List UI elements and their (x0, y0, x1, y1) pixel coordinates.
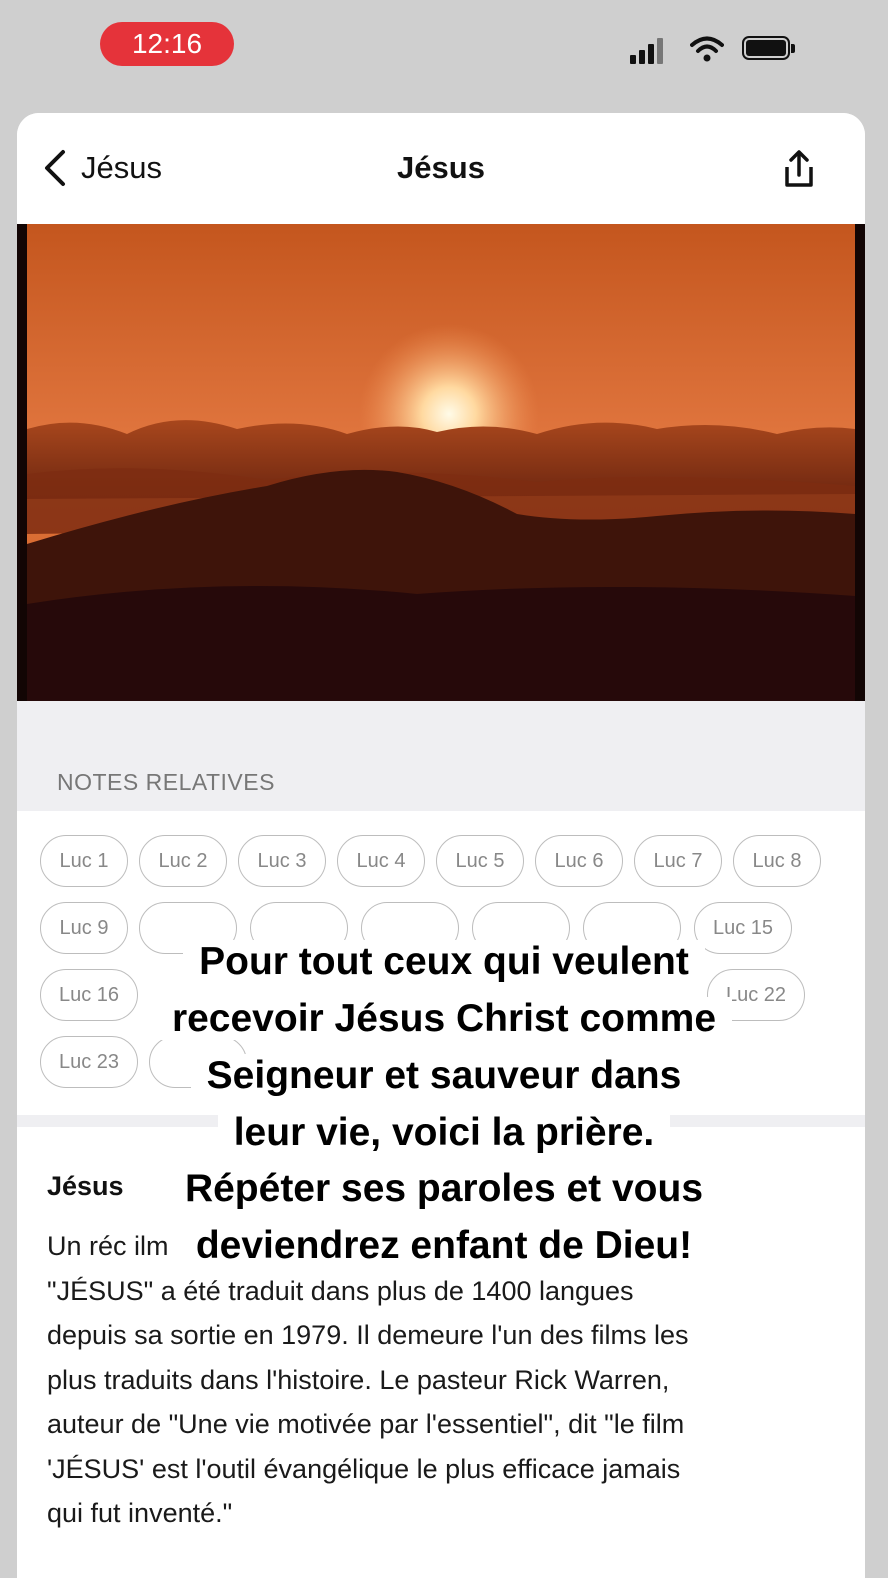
chip-luc-8[interactable]: Luc 8 (733, 835, 821, 887)
chip-luc-1[interactable]: Luc 1 (40, 835, 128, 887)
navigation-bar: Jésus Jésus (17, 113, 865, 224)
cellular-signal-icon (630, 36, 666, 64)
chip-luc-9[interactable]: Luc 9 (40, 902, 128, 954)
sunset-video-frame (17, 224, 865, 701)
detail-sheet: Jésus Jésus NOTES RELATIVES Luc 1 Luc 2 … (17, 113, 865, 1578)
chip-luc-6[interactable]: Luc 6 (535, 835, 623, 887)
video-player[interactable] (17, 224, 865, 701)
chip-luc-16[interactable]: Luc 16 (40, 969, 138, 1021)
chip-luc-4[interactable]: Luc 4 (337, 835, 425, 887)
chip-luc-23[interactable]: Luc 23 (40, 1036, 138, 1088)
chip-luc-7[interactable]: Luc 7 (634, 835, 722, 887)
share-icon (785, 150, 813, 187)
wifi-icon (690, 34, 724, 64)
chip-hidden[interactable] (149, 1036, 247, 1088)
notes-header-label: NOTES RELATIVES (57, 769, 275, 795)
chip-hidden[interactable] (583, 902, 681, 954)
related-notes-chips: Luc 1 Luc 2 Luc 3 Luc 4 Luc 5 Luc 6 Luc … (17, 811, 865, 1111)
chip-hidden[interactable] (472, 902, 570, 954)
chip-luc-5[interactable]: Luc 5 (436, 835, 524, 887)
article-title: Jésus (47, 1171, 124, 1201)
chip-luc-2[interactable]: Luc 2 (139, 835, 227, 887)
chip-hidden[interactable] (139, 902, 237, 954)
page-title: Jésus (397, 150, 485, 185)
article-body: Un réc ilm "JÉSUS" a été traduit dans pl… (47, 1231, 689, 1528)
status-time: 12:16 (100, 22, 234, 66)
article-section: Jésus Un réc ilm "JÉSUS" a été traduit d… (17, 1127, 865, 1578)
battery-icon (742, 36, 796, 62)
chip-luc-3[interactable]: Luc 3 (238, 835, 326, 887)
share-button[interactable] (779, 149, 819, 189)
section-divider (17, 1115, 865, 1127)
chip-luc-22[interactable]: Luc 22 (707, 969, 805, 1021)
chip-hidden[interactable] (361, 902, 459, 954)
status-bar: 12:16 (0, 0, 888, 114)
chip-hidden[interactable] (250, 902, 348, 954)
notes-section-header: NOTES RELATIVES (17, 701, 865, 811)
chip-luc-15[interactable]: Luc 15 (694, 902, 792, 954)
